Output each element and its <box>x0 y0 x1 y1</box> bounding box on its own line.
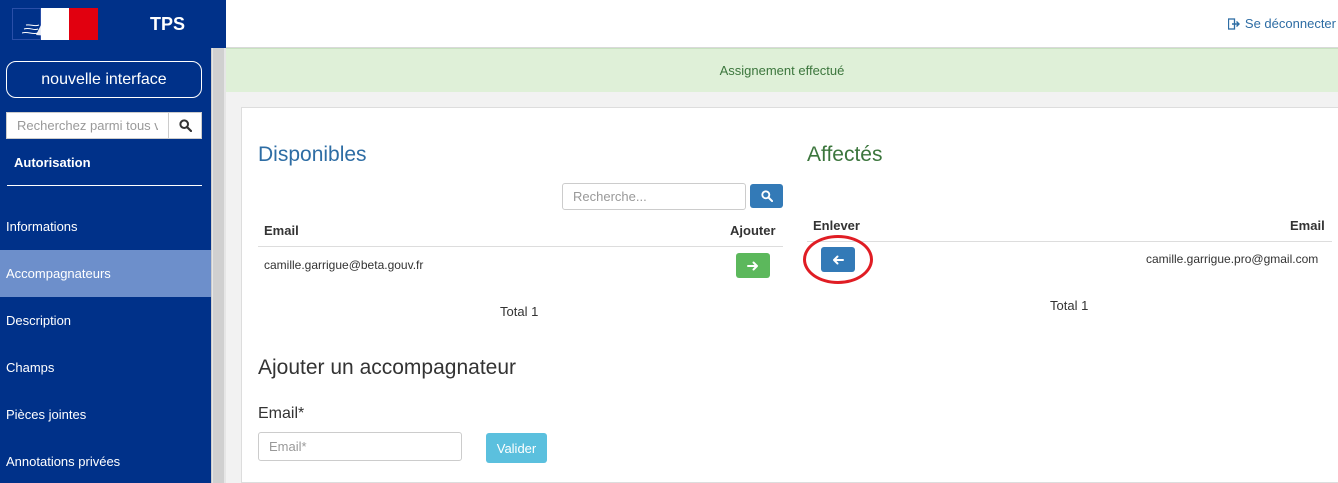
app-title: TPS <box>150 14 186 34</box>
add-accompagnateur-title: Ajouter un accompagnateur <box>258 356 516 379</box>
sidebar-search <box>6 112 202 139</box>
arrow-right-icon <box>747 261 758 270</box>
sidebar-search-input[interactable] <box>6 112 168 139</box>
search-icon <box>760 190 773 202</box>
new-interface-button[interactable]: nouvelle interface <box>6 61 202 98</box>
sidebar: nouvelle interface Autorisation Informat… <box>0 48 211 483</box>
affectes-title: Affectés <box>807 143 883 166</box>
email-field[interactable] <box>258 432 462 461</box>
disponibles-title: Disponibles <box>258 143 367 166</box>
sidebar-item-pieces-jointes[interactable]: Pièces jointes <box>0 391 211 438</box>
sidebar-item-accompagnateurs[interactable]: Accompagnateurs <box>0 250 211 297</box>
disponibles-row-email: camille.garrigue@beta.gouv.fr <box>264 258 424 272</box>
sidebar-item-description[interactable]: Description <box>0 297 211 344</box>
sidebar-item-informations[interactable]: Informations <box>0 203 211 250</box>
disponibles-total: Total 1 <box>500 304 539 319</box>
logout-link[interactable]: Se déconnecter <box>1227 16 1336 31</box>
sidebar-scrollbar-thumb[interactable] <box>213 48 224 483</box>
top-bar: Se déconnecter <box>226 0 1338 48</box>
affectes-col-email: Email <box>1290 218 1325 233</box>
email-label: Email* <box>258 405 305 422</box>
search-icon <box>178 119 192 132</box>
disponibles-col-email: Email <box>264 223 299 238</box>
brand-header: TPS <box>0 0 226 48</box>
sidebar-divider <box>7 185 202 186</box>
affectes-row-email: camille.garrigue.pro@gmail.com <box>1146 252 1319 266</box>
affectes-total: Total 1 <box>1050 298 1089 313</box>
disponibles-search-input[interactable] <box>562 183 746 210</box>
logout-label: Se déconnecter <box>1244 16 1336 31</box>
disponibles-col-ajouter: Ajouter <box>730 223 776 238</box>
success-alert: Assignement effectué <box>226 48 1338 92</box>
add-accompagnateur-button[interactable] <box>736 253 770 278</box>
sidebar-search-button[interactable] <box>168 112 202 139</box>
affectes-header-divider <box>807 241 1332 242</box>
content-panel <box>241 107 1338 483</box>
affectes-col-enlever: Enlever <box>813 218 860 233</box>
highlight-circle <box>803 235 873 284</box>
validate-button[interactable]: Valider <box>486 433 547 463</box>
marianne-icon <box>22 16 63 36</box>
disponibles-header-divider <box>258 246 783 247</box>
sidebar-item-annotations-privees[interactable]: Annotations privées <box>0 438 211 483</box>
sidebar-section-heading: Autorisation <box>14 155 91 170</box>
disponibles-search-button[interactable] <box>750 184 783 208</box>
sidebar-item-champs[interactable]: Champs <box>0 344 211 391</box>
sign-out-icon <box>1227 17 1240 30</box>
